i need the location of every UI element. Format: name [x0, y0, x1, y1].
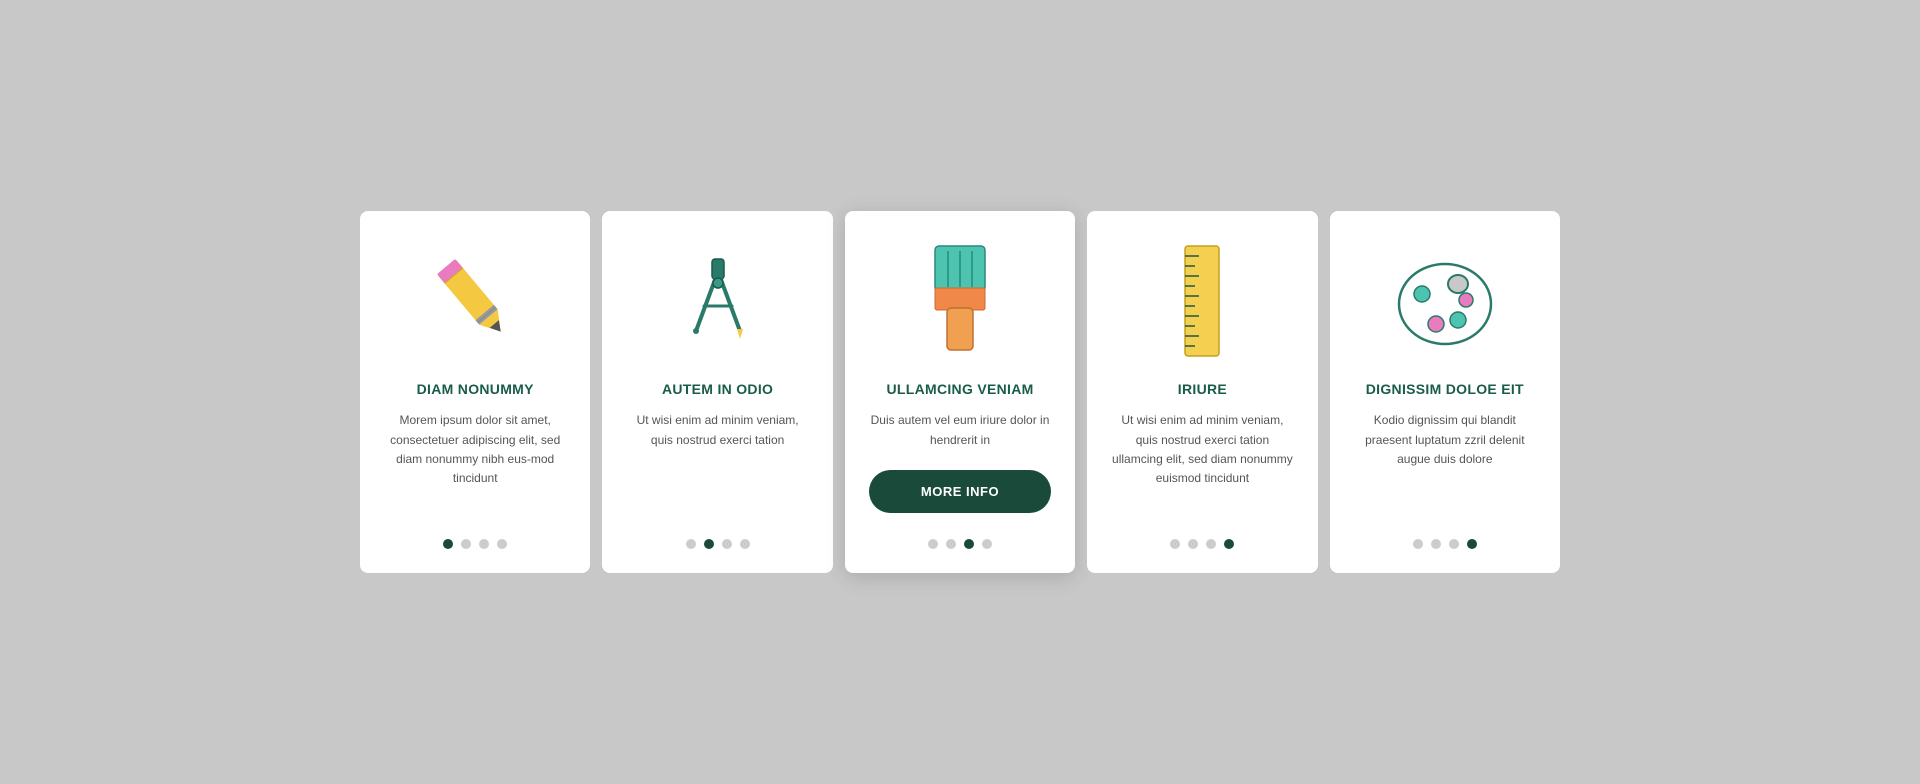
card-3-dots: [928, 529, 992, 549]
card-5: DIGNISSIM DOLOE EIT Kodio dignissim qui …: [1330, 211, 1560, 572]
dot: [1431, 539, 1441, 549]
card-2: AUTEM IN ODIO Ut wisi enim ad minim veni…: [602, 211, 832, 572]
card-1-title: DIAM NONUMMY: [417, 381, 534, 397]
card-4-text: Ut wisi enim ad minim veniam, quis nostr…: [1111, 411, 1293, 508]
dot: [479, 539, 489, 549]
dot: [686, 539, 696, 549]
card-3-text: Duis autem vel eum iriure dolor in hendr…: [869, 411, 1051, 449]
card-4-title: IRIURE: [1178, 381, 1227, 397]
compass-icon: [658, 241, 778, 361]
dot: [1467, 539, 1477, 549]
card-5-dots: [1413, 529, 1477, 549]
dot: [1170, 539, 1180, 549]
dot: [946, 539, 956, 549]
card-2-title: AUTEM IN ODIO: [662, 381, 773, 397]
card-2-dots: [686, 529, 750, 549]
more-info-button[interactable]: MORE INFO: [869, 470, 1051, 513]
paintbrush-icon: [900, 241, 1020, 361]
card-5-title: DIGNISSIM DOLOE EIT: [1366, 381, 1524, 397]
dot: [1188, 539, 1198, 549]
dot: [1206, 539, 1216, 549]
card-3: ULLAMCING VENIAM Duis autem vel eum iriu…: [845, 211, 1075, 572]
dot: [1224, 539, 1234, 549]
dot: [964, 539, 974, 549]
pencil-icon: [415, 241, 535, 361]
ruler-icon: [1142, 241, 1262, 361]
palette-icon: [1385, 241, 1505, 361]
card-1-dots: [443, 529, 507, 549]
dot: [497, 539, 507, 549]
dot: [1413, 539, 1423, 549]
card-1-text: Morem ipsum dolor sit amet, consectetuer…: [384, 411, 566, 508]
dot: [722, 539, 732, 549]
dot: [704, 539, 714, 549]
dot: [461, 539, 471, 549]
card-4: IRIURE Ut wisi enim ad minim veniam, qui…: [1087, 211, 1317, 572]
dot: [1449, 539, 1459, 549]
card-5-text: Kodio dignissim qui blandit praesent lup…: [1354, 411, 1536, 508]
dot: [443, 539, 453, 549]
cards-container: DIAM NONUMMY Morem ipsum dolor sit amet,…: [360, 211, 1560, 572]
card-4-dots: [1170, 529, 1234, 549]
dot: [740, 539, 750, 549]
dot: [982, 539, 992, 549]
card-3-title: ULLAMCING VENIAM: [886, 381, 1033, 397]
card-1: DIAM NONUMMY Morem ipsum dolor sit amet,…: [360, 211, 590, 572]
card-2-text: Ut wisi enim ad minim veniam, quis nostr…: [626, 411, 808, 508]
dot: [928, 539, 938, 549]
